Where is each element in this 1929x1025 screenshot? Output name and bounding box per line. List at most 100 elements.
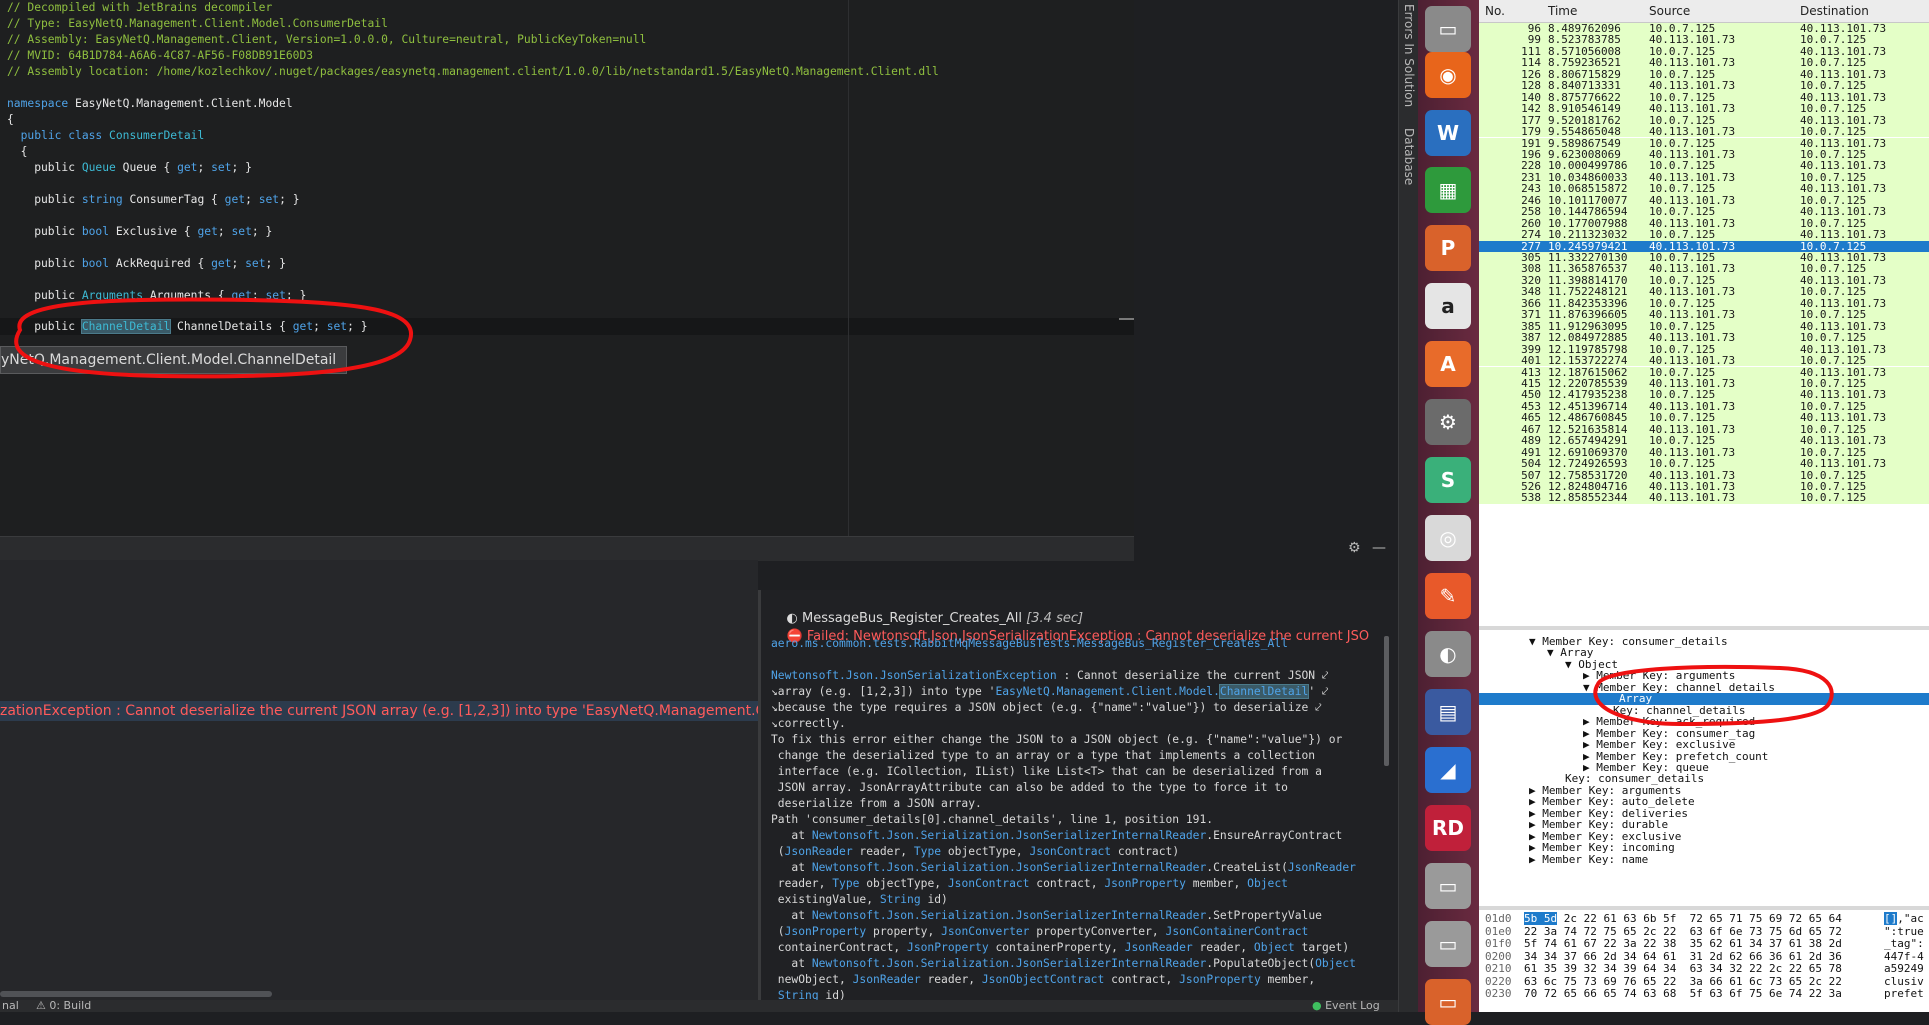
- calc-icon[interactable]: ▦: [1425, 167, 1471, 213]
- code-token: id): [920, 893, 948, 906]
- tree-node[interactable]: ▶ Member Key: ack_required: [1583, 716, 1755, 728]
- code-line[interactable]: // Assembly location: /home/kozlechkov/.…: [7, 64, 939, 80]
- code-line[interactable]: // MVID: 64B1D784-A6A6-4C87-AF56-F08DB91…: [7, 48, 313, 64]
- code-line[interactable]: {: [7, 112, 14, 128]
- event-log-tab[interactable]: ● Event Log: [1312, 1000, 1380, 1012]
- code-line[interactable]: // Type: EasyNetQ.Management.Client.Mode…: [7, 16, 388, 32]
- code-token: reader,: [771, 877, 833, 890]
- packet-source: 10.0.7.125: [1649, 457, 1716, 471]
- errors-in-solution-tab[interactable]: Errors In Solution: [1402, 4, 1416, 107]
- software-center-icon[interactable]: A: [1425, 341, 1471, 387]
- writer-icon[interactable]: W: [1425, 110, 1471, 156]
- files2-icon[interactable]: ▭: [1425, 979, 1471, 1025]
- code-line[interactable]: // Decompiled with JetBrains decompiler: [7, 0, 272, 16]
- output-scrollbar[interactable]: [1384, 636, 1389, 766]
- code-line[interactable]: public string ConsumerTag { get; set; }: [7, 192, 299, 208]
- code-line[interactable]: public bool AckRequired { get; set; }: [7, 256, 286, 272]
- tree-node[interactable]: ▶ Member Key: name: [1529, 853, 1648, 865]
- drive2-icon[interactable]: ▭: [1425, 921, 1471, 967]
- wireshark-icon[interactable]: ◢: [1425, 747, 1471, 793]
- col-source[interactable]: Source: [1649, 4, 1690, 18]
- chrome-icon[interactable]: ◎: [1425, 515, 1471, 561]
- code-line[interactable]: public Arguments Arguments { get; set; }: [7, 288, 306, 304]
- code-line[interactable]: public ChannelDetail ChannelDetails { ge…: [7, 319, 368, 335]
- col-destination[interactable]: Destination: [1800, 4, 1869, 18]
- code-line[interactable]: public bool Exclusive { get; set; }: [7, 224, 272, 240]
- tree-node[interactable]: ▼ Member Key: channel_details: [1583, 681, 1775, 693]
- packet-source: 40.113.101.73: [1649, 331, 1736, 345]
- hex-byte-group: 5f 74 61 67 22 3a 22 38 35 62 61 34 37 6…: [1524, 937, 1842, 950]
- impress-icon[interactable]: P: [1425, 225, 1471, 271]
- packet-row[interactable]: 538 12.858552344 40.113.101.73 10.0.7.125: [1479, 491, 1929, 505]
- gear-icon[interactable]: ⚙: [1348, 540, 1361, 556]
- code-line[interactable]: public Queue Queue { get; set; }: [7, 160, 252, 176]
- code-token: JsonObjectContract: [981, 973, 1105, 986]
- packet-no: 538: [1521, 491, 1541, 505]
- code-token: JsonConverter: [941, 925, 1030, 938]
- packet-details-tree[interactable]: ▼ Member Key: consumer_details ▼ Array ▼ O…: [1479, 630, 1929, 908]
- code-token: public: [7, 161, 82, 174]
- packet-source: 40.113.101.73: [1649, 102, 1736, 116]
- code-token: ↘because the type requires a JSON object…: [771, 701, 1322, 714]
- packet-destination: 10.0.7.125: [1800, 354, 1867, 368]
- tree-node[interactable]: Array: [1479, 693, 1929, 705]
- drive-icon[interactable]: ▭: [1425, 863, 1471, 909]
- code-token: EasyNetQ.Management.Client.Model: [68, 97, 293, 110]
- col-time[interactable]: Time: [1548, 4, 1577, 18]
- database-tab[interactable]: Database: [1402, 128, 1416, 185]
- code-token: Arguments: [81, 289, 144, 302]
- code-token: Object: [1247, 877, 1288, 890]
- packet-row[interactable]: 258 10.144786594 10.0.7.125 40.113.101.73: [1479, 205, 1929, 219]
- code-token: JsonContract: [947, 877, 1030, 890]
- rider-icon[interactable]: RD: [1425, 805, 1471, 851]
- code-token: property,: [866, 925, 942, 938]
- packet-time: 8.910546149: [1548, 102, 1621, 116]
- minimize-icon[interactable]: —: [1372, 540, 1386, 556]
- col-no[interactable]: No.: [1485, 4, 1505, 18]
- ascii-text: ":true: [1884, 924, 1924, 938]
- code-editor[interactable]: // Decompiled with JetBrains decompiler /…: [0, 0, 1134, 536]
- packet-row[interactable]: 504 12.724926593 10.0.7.125 40.113.101.73: [1479, 457, 1929, 471]
- packet-row[interactable]: 489 12.657494291 10.0.7.125 40.113.101.73: [1479, 435, 1929, 447]
- taskboard-icon[interactable]: ▤: [1425, 689, 1471, 735]
- files-icon[interactable]: ▭: [1425, 6, 1471, 52]
- packet-destination: 10.0.7.125: [1800, 491, 1867, 505]
- code-token: JsonProperty: [1104, 877, 1186, 890]
- tree-node[interactable]: ▶ Member Key: exclusive: [1583, 739, 1735, 751]
- firefox-icon[interactable]: ◉: [1425, 52, 1471, 98]
- unit-tests-tree[interactable]: [0, 560, 758, 1000]
- postman-icon[interactable]: ✎: [1425, 573, 1471, 619]
- packet-row[interactable]: 387 12.084972885 40.113.101.73 10.0.7.125: [1479, 331, 1929, 345]
- horizontal-scrollbar[interactable]: [0, 991, 272, 997]
- hex-bytes[interactable]: 70 72 65 66 65 74 63 68 5f 63 6f 75 6e 7…: [1524, 987, 1842, 1001]
- packet-bytes-pane[interactable]: 01d0 5b 5d 2c 22 61 63 6b 5f 72 65 71 75 …: [1479, 910, 1929, 1012]
- packet-row[interactable]: 128 8.840713331 40.113.101.73 10.0.7.125: [1479, 79, 1929, 93]
- failed-test-row[interactable]: zationException : Cannot deserialize the…: [0, 701, 758, 721]
- packet-row[interactable]: 179 9.554865048 40.113.101.73 10.0.7.125: [1479, 126, 1929, 138]
- packet-source: 10.0.7.125: [1649, 205, 1716, 219]
- code-line[interactable]: // Assembly: EasyNetQ.Management.Client,…: [7, 32, 646, 48]
- terminal-tab[interactable]: nal: [2, 1000, 19, 1012]
- code-token: .CreateList(: [1206, 861, 1288, 874]
- packet-row[interactable]: 371 11.876396605 40.113.101.73 10.0.7.125: [1479, 309, 1929, 321]
- build-tab[interactable]: ⚠ 0: Build: [36, 1000, 91, 1012]
- mysql-workbench-icon[interactable]: ◐: [1425, 631, 1471, 677]
- packet-time: 12.084972885: [1548, 331, 1628, 345]
- code-line[interactable]: public class ConsumerDetail: [7, 128, 205, 144]
- tree-node[interactable]: ▶ Member Key: durable: [1529, 819, 1668, 831]
- packet-destination: 10.0.7.125: [1800, 79, 1867, 93]
- event-log-icon: ●: [1312, 999, 1326, 1012]
- packet-row[interactable]: 142 8.910546149 40.113.101.73 10.0.7.125: [1479, 102, 1929, 116]
- settings-icon[interactable]: ⚙: [1425, 399, 1471, 445]
- slack-icon[interactable]: S: [1425, 457, 1471, 503]
- output-line: change the deserialized type to an array…: [771, 748, 1315, 764]
- hex-ascii[interactable]: prefet: [1884, 987, 1924, 1001]
- packet-row[interactable]: 274 10.211323032 10.0.7.125 40.113.101.73: [1479, 229, 1929, 241]
- code-line[interactable]: namespace EasyNetQ.Management.Client.Mod…: [7, 96, 293, 112]
- code-line[interactable]: {: [7, 144, 28, 160]
- tree-node[interactable]: ▶ Member Key: incoming: [1529, 842, 1675, 854]
- packet-row[interactable]: 401 12.153722274 40.113.101.73 10.0.7.125: [1479, 354, 1929, 368]
- code-token: get: [177, 161, 198, 174]
- amazon-icon[interactable]: a: [1425, 283, 1471, 329]
- hex-byte-group: 2c 22 61 63 6b 5f 72 65 71 75 69 72 65 6…: [1557, 912, 1842, 925]
